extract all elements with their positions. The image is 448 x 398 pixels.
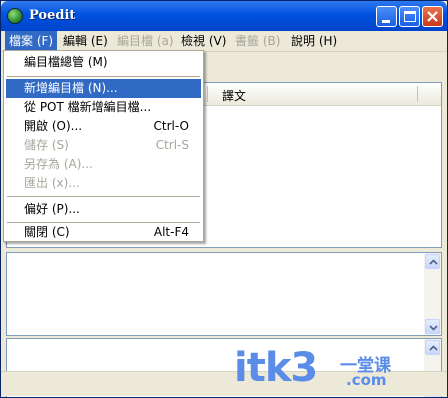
menu-item-save[interactable]: 儲存 (S) Ctrl-S xyxy=(6,136,201,155)
menu-view[interactable]: 檢視 (V) xyxy=(177,31,230,51)
column-header-translation[interactable]: 譯文 xyxy=(222,87,246,104)
column-divider[interactable] xyxy=(417,86,418,102)
minimize-button[interactable] xyxy=(376,6,397,27)
watermark-domain: .com xyxy=(346,371,387,389)
menu-edit[interactable]: 編輯 (E) xyxy=(59,31,112,51)
menu-separator xyxy=(7,196,200,197)
menu-catalog[interactable]: 編目檔 (a) xyxy=(113,31,178,51)
vertical-scrollbar[interactable] xyxy=(424,253,441,335)
menu-item-close[interactable]: 關閉 (C) Alt-F4 xyxy=(6,223,201,242)
site-watermark: itk3 一堂课 .com xyxy=(234,345,391,391)
maximize-icon xyxy=(404,11,416,22)
arrow-down-icon xyxy=(429,325,438,331)
menu-item-export[interactable]: 匯出 (x)... xyxy=(6,174,201,193)
scroll-up-button[interactable] xyxy=(425,254,440,269)
menu-help[interactable]: 說明 (H) xyxy=(287,31,341,51)
file-menu-dropdown: 編目檔總管 (M) 新增編目檔 (N)... 從 POT 檔新增編目檔... 開… xyxy=(3,50,204,242)
menu-item-preferences[interactable]: 偏好 (P)... xyxy=(6,200,201,219)
window-title: Poedit xyxy=(29,8,76,23)
column-divider[interactable] xyxy=(207,86,208,102)
menu-item-save-as[interactable]: 另存為 (A)... xyxy=(6,155,201,174)
close-icon xyxy=(427,11,438,22)
title-bar[interactable]: Poedit xyxy=(1,1,447,31)
menu-item-new-from-pot[interactable]: 從 POT 檔新增編目檔... xyxy=(6,98,201,117)
close-button[interactable] xyxy=(422,6,443,27)
scroll-down-button[interactable] xyxy=(425,319,440,334)
minimize-icon xyxy=(382,20,390,23)
menu-file[interactable]: 檔案 (F) xyxy=(5,31,58,51)
arrow-up-icon xyxy=(429,259,438,265)
menu-item-open[interactable]: 開啟 (O)... Ctrl-O xyxy=(6,117,201,136)
source-text-pane[interactable] xyxy=(6,252,442,336)
maximize-button[interactable] xyxy=(399,6,420,27)
menu-separator xyxy=(7,76,200,77)
poedit-app-icon xyxy=(7,8,23,24)
menu-item-catalog-manager[interactable]: 編目檔總管 (M) xyxy=(6,53,201,72)
menu-item-new-catalog[interactable]: 新增編目檔 (N)... xyxy=(6,79,201,98)
menu-bar: 檔案 (F) 編輯 (E) 編目檔 (a) 檢視 (V) 書籤 (B) 說明 (… xyxy=(1,31,447,52)
menu-bookmarks[interactable]: 書籤 (B) xyxy=(231,31,284,51)
